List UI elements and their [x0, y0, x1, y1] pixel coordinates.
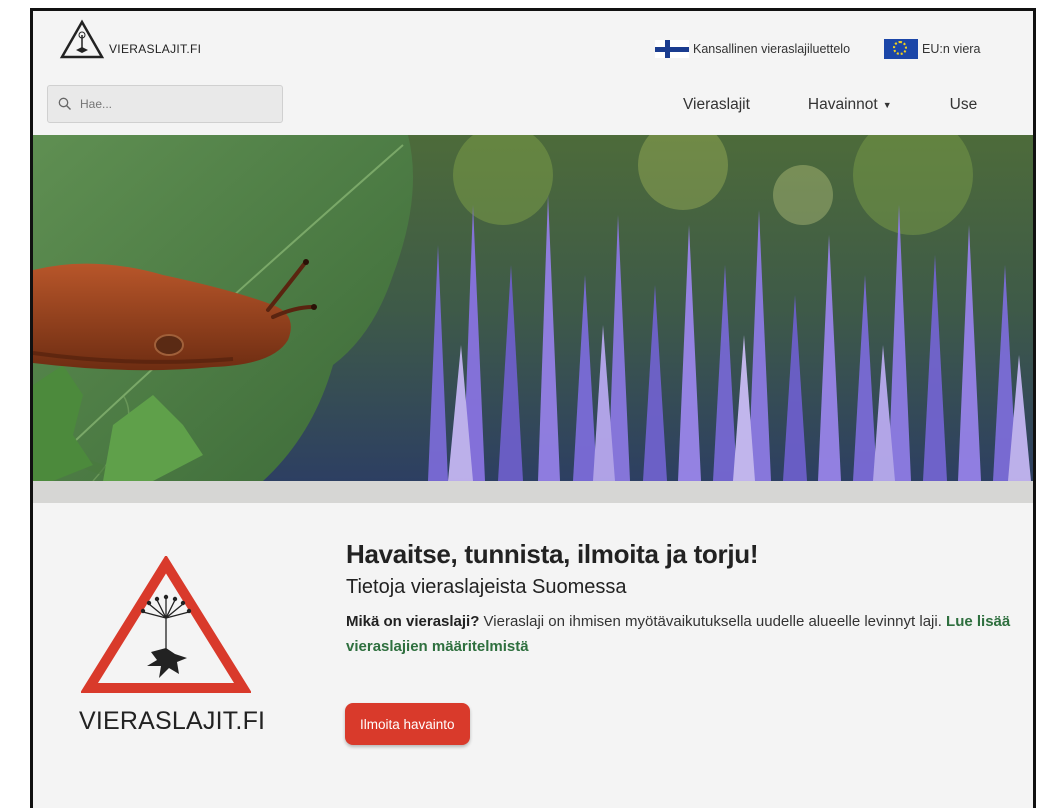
- report-observation-button[interactable]: Ilmoita havainto: [345, 703, 470, 745]
- intro-section: Havaitse, tunnista, ilmoita ja torju! Ti…: [346, 539, 1026, 659]
- nav-item-havainnot[interactable]: Havainnot ▼: [808, 96, 892, 114]
- nav-item-vieraslajit[interactable]: Vieraslajit: [683, 96, 750, 114]
- eu-flag-icon: [884, 39, 919, 59]
- nav-item-label: Vieraslajit: [683, 96, 750, 113]
- hero-image: [33, 135, 1033, 481]
- intro-logo: VIERASLAJIT.FI: [79, 554, 307, 736]
- finland-flag-icon: [655, 40, 689, 58]
- warning-triangle-logo-icon: [59, 19, 105, 59]
- main-nav: Vieraslajit Havainnot ▼ Use: [683, 96, 1033, 114]
- slug-and-lupine-illustration: [33, 135, 1033, 481]
- intro-description: Mikä on vieraslaji? Vieraslaji on ihmise…: [346, 609, 1026, 659]
- site-header: VIERASLAJIT.FI Kansallinen vieraslajilue…: [33, 11, 1033, 135]
- search-input[interactable]: [78, 96, 272, 112]
- warning-triangle-hogweed-icon: [80, 554, 252, 693]
- intro-question: Mikä on vieraslaji?: [346, 613, 480, 630]
- intro-definition: Vieraslaji on ihmisen myötävaikutuksella…: [479, 613, 947, 630]
- nav-item-use[interactable]: Use: [950, 96, 978, 114]
- intro-heading: Havaitse, tunnista, ilmoita ja torju!: [346, 539, 759, 569]
- nav-item-label: Havainnot: [807, 96, 878, 113]
- eu-list-link[interactable]: EU:n viera: [884, 39, 980, 59]
- national-list-link[interactable]: Kansallinen vieraslajiluettelo: [655, 40, 850, 58]
- nav-item-label: Use: [949, 96, 978, 113]
- search-box[interactable]: [47, 85, 283, 123]
- national-list-label: Kansallinen vieraslajiluettelo: [693, 42, 851, 56]
- browser-frame: VIERASLAJIT.FI Kansallinen vieraslajilue…: [30, 8, 1036, 808]
- intro-brand-text: VIERASLAJIT.FI: [79, 707, 266, 735]
- intro-subheading: Tietoja vieraslajeista Suomessa: [346, 576, 627, 598]
- search-icon: [58, 97, 71, 110]
- eu-list-label: EU:n viera: [922, 42, 981, 56]
- site-logo[interactable]: VIERASLAJIT.FI: [59, 19, 201, 61]
- caret-down-icon: ▼: [882, 100, 892, 110]
- top-links: Kansallinen vieraslajiluettelo EU:n vier…: [655, 39, 1014, 59]
- site-logo-text: VIERASLAJIT.FI: [109, 42, 202, 56]
- hero-divider-bar: [33, 481, 1033, 503]
